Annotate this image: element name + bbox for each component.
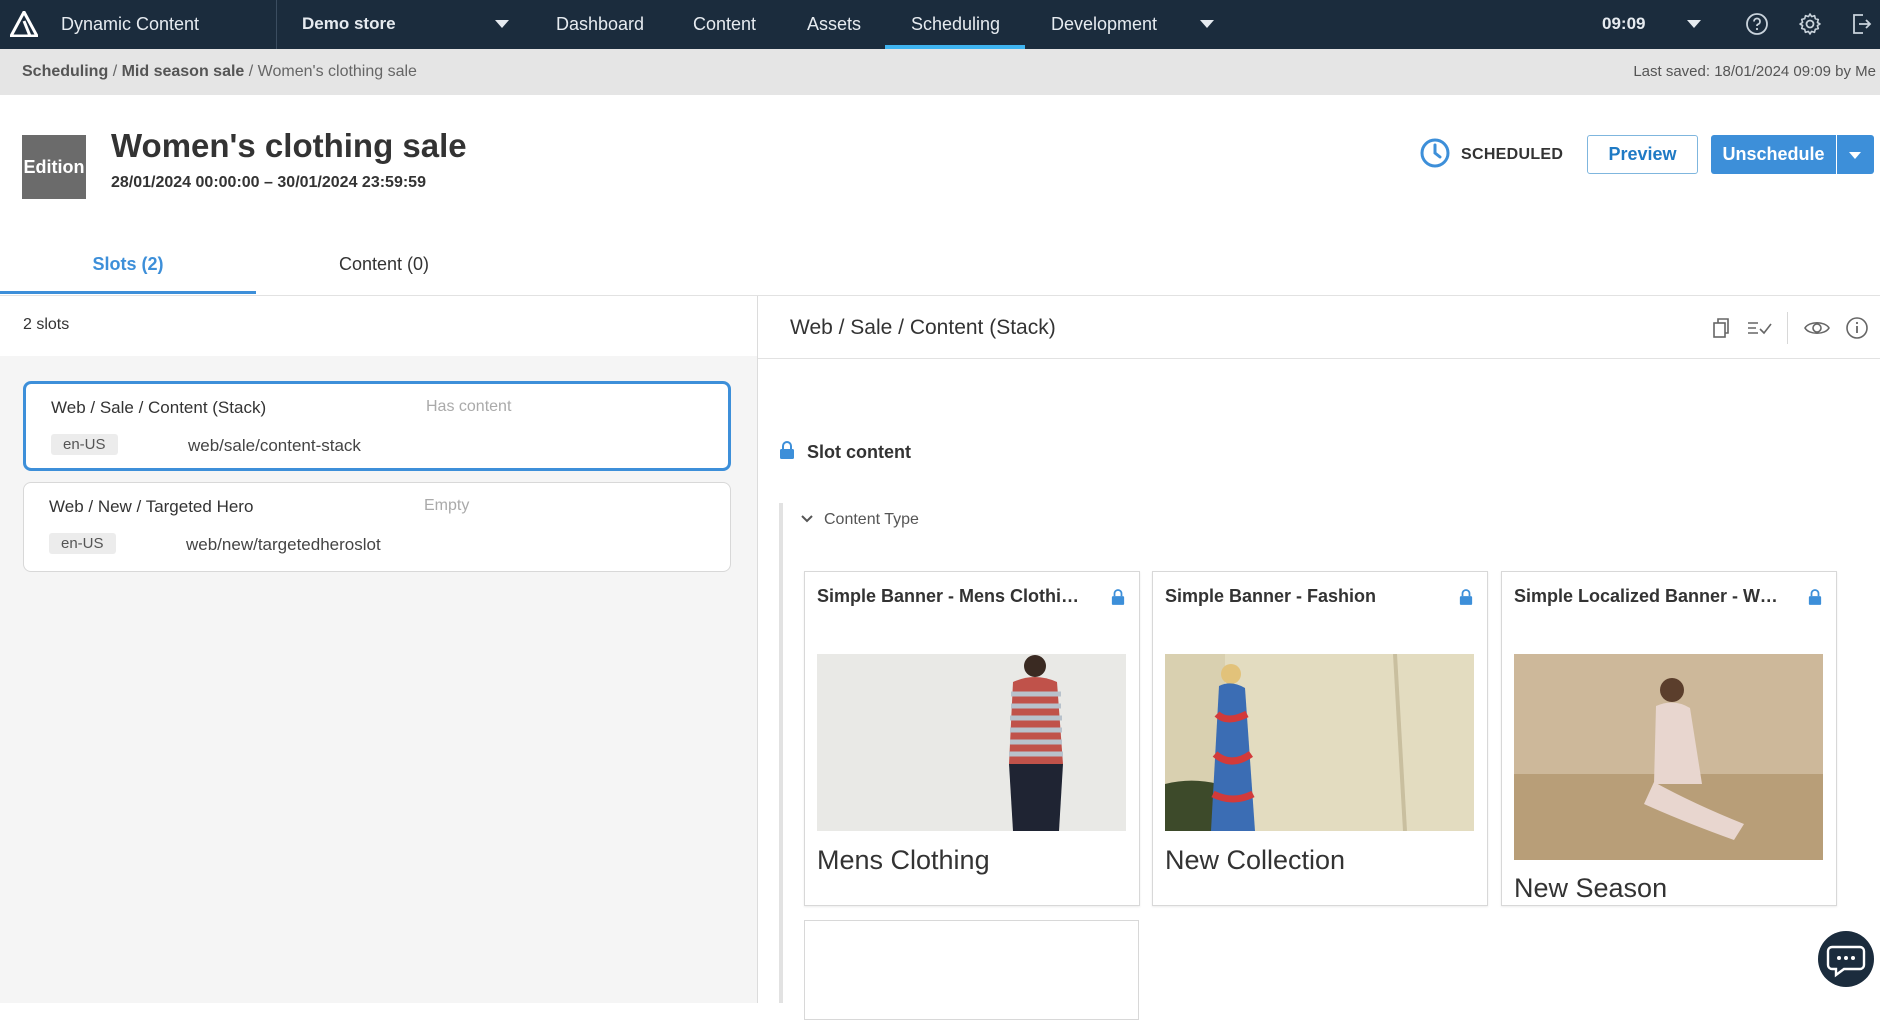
slots-panel: 2 slots Web / Sale / Content (Stack) Has… bbox=[0, 296, 757, 1003]
lock-icon bbox=[779, 440, 795, 465]
date-dash: – bbox=[264, 174, 273, 191]
card-image bbox=[1514, 654, 1823, 860]
lock-icon bbox=[1459, 588, 1473, 611]
end-date: 30/01/2024 23:59:59 bbox=[277, 174, 426, 191]
lock-icon bbox=[1111, 588, 1125, 611]
card-title: Simple Banner - Mens Clothing ... bbox=[817, 586, 1087, 606]
slot-path: Web / Sale / Content (Stack) bbox=[790, 316, 1056, 339]
slot-name: Web / New / Targeted Hero bbox=[49, 497, 254, 516]
breadcrumb: Scheduling / Mid season sale / Women's c… bbox=[22, 63, 417, 81]
card-image bbox=[1165, 654, 1474, 831]
nav-scheduling[interactable]: Scheduling bbox=[884, 0, 1026, 49]
slot-state: Has content bbox=[426, 398, 512, 415]
clock-icon bbox=[1419, 137, 1451, 174]
panel-divider bbox=[757, 296, 758, 1003]
nav-development[interactable]: Development bbox=[1051, 0, 1157, 49]
slot-content-title: Slot content bbox=[779, 440, 911, 465]
date-range: 28/01/2024 00:00:00 – 30/01/2024 23:59:5… bbox=[111, 174, 426, 192]
tab-slots[interactable]: Slots (2) bbox=[0, 254, 256, 294]
gear-icon[interactable] bbox=[1798, 12, 1822, 36]
slot-detail-header: Web / Sale / Content (Stack) bbox=[758, 296, 1880, 359]
card-title: Simple Localized Banner - Wo... bbox=[1514, 586, 1784, 606]
nav-dashboard[interactable]: Dashboard bbox=[556, 0, 644, 49]
help-icon[interactable] bbox=[1745, 12, 1769, 36]
content-card[interactable]: Simple Localized Banner - Wo... New Seas… bbox=[1501, 571, 1837, 906]
breadcrumb-scheduling[interactable]: Scheduling bbox=[22, 63, 108, 80]
slot-card[interactable]: Web / Sale / Content (Stack) Has content… bbox=[23, 381, 731, 471]
breadcrumb-separator: / bbox=[248, 63, 254, 80]
card-caption: New Collection bbox=[1165, 845, 1346, 875]
content-card[interactable]: Simple Banner - Fashion New Collection bbox=[1152, 571, 1488, 906]
time-display[interactable]: 09:09 bbox=[1602, 14, 1645, 34]
nav-content[interactable]: Content bbox=[693, 0, 756, 49]
slot-key: web/new/targetedheroslot bbox=[186, 535, 381, 554]
amplience-logo-icon[interactable] bbox=[9, 10, 39, 38]
edition-badge: Edition bbox=[22, 135, 86, 199]
hub-selector[interactable]: Demo store bbox=[302, 14, 396, 34]
chevron-down-icon bbox=[1849, 152, 1861, 159]
app-title: Dynamic Content bbox=[61, 14, 200, 34]
locale-badge: en-US bbox=[51, 434, 118, 455]
card-title: Simple Banner - Fashion bbox=[1165, 586, 1377, 606]
slot-content-label: Slot content bbox=[807, 442, 911, 462]
chevron-down-icon bbox=[800, 511, 814, 529]
status-badge: SCHEDULED bbox=[1419, 137, 1564, 174]
chat-icon bbox=[1818, 945, 1874, 991]
slot-card[interactable]: Web / New / Targeted Hero Empty en-US we… bbox=[23, 482, 731, 572]
tab-content[interactable]: Content (0) bbox=[256, 254, 512, 294]
chat-button[interactable] bbox=[1818, 931, 1874, 987]
slot-name: Web / Sale / Content (Stack) bbox=[51, 398, 267, 417]
card-image bbox=[817, 654, 1126, 831]
header-divider bbox=[1787, 312, 1788, 344]
content-type-toggle[interactable]: Content Type bbox=[800, 511, 919, 529]
breadcrumb-current: Women's clothing sale bbox=[257, 63, 417, 80]
slot-state: Empty bbox=[424, 497, 470, 514]
nav-divider bbox=[276, 0, 277, 49]
card-caption: Mens Clothing bbox=[817, 845, 990, 875]
last-saved-text: Last saved: 18/01/2024 09:09 by Me bbox=[1633, 63, 1876, 80]
breadcrumb-mid-season-sale[interactable]: Mid season sale bbox=[122, 63, 245, 80]
slots-count-row: 2 slots bbox=[0, 296, 757, 356]
eye-icon[interactable] bbox=[1803, 316, 1831, 340]
copy-icon[interactable] bbox=[1709, 316, 1733, 340]
slots-count: 2 slots bbox=[23, 316, 70, 333]
unschedule-menu-button[interactable] bbox=[1837, 135, 1874, 174]
content-type-label: Content Type bbox=[824, 511, 919, 528]
card-caption: New Season bbox=[1514, 873, 1668, 903]
validate-icon[interactable] bbox=[1746, 316, 1772, 340]
sign-out-icon[interactable] bbox=[1849, 12, 1873, 36]
breadcrumb-bar: Scheduling / Mid season sale / Women's c… bbox=[0, 49, 1880, 95]
status-text: SCHEDULED bbox=[1461, 146, 1564, 163]
top-nav: Dynamic Content Demo store Dashboard Con… bbox=[0, 0, 1880, 49]
content-card[interactable] bbox=[804, 920, 1139, 1020]
info-icon[interactable] bbox=[1845, 316, 1869, 340]
preview-button[interactable]: Preview bbox=[1587, 135, 1698, 174]
start-date: 28/01/2024 00:00:00 bbox=[111, 174, 260, 191]
page-title: Women's clothing sale bbox=[111, 127, 467, 164]
chevron-down-icon[interactable] bbox=[1687, 20, 1701, 28]
slot-key: web/sale/content-stack bbox=[188, 436, 361, 455]
unschedule-button[interactable]: Unschedule bbox=[1711, 135, 1836, 174]
chevron-down-icon[interactable] bbox=[495, 20, 509, 28]
content-indent-bar bbox=[779, 503, 783, 1003]
locale-badge: en-US bbox=[49, 533, 116, 554]
chevron-down-icon[interactable] bbox=[1200, 20, 1214, 28]
content-card[interactable]: Simple Banner - Mens Clothing ... Mens C… bbox=[804, 571, 1140, 906]
lock-icon bbox=[1808, 588, 1822, 611]
nav-assets[interactable]: Assets bbox=[807, 0, 861, 49]
breadcrumb-separator: / bbox=[112, 63, 118, 80]
